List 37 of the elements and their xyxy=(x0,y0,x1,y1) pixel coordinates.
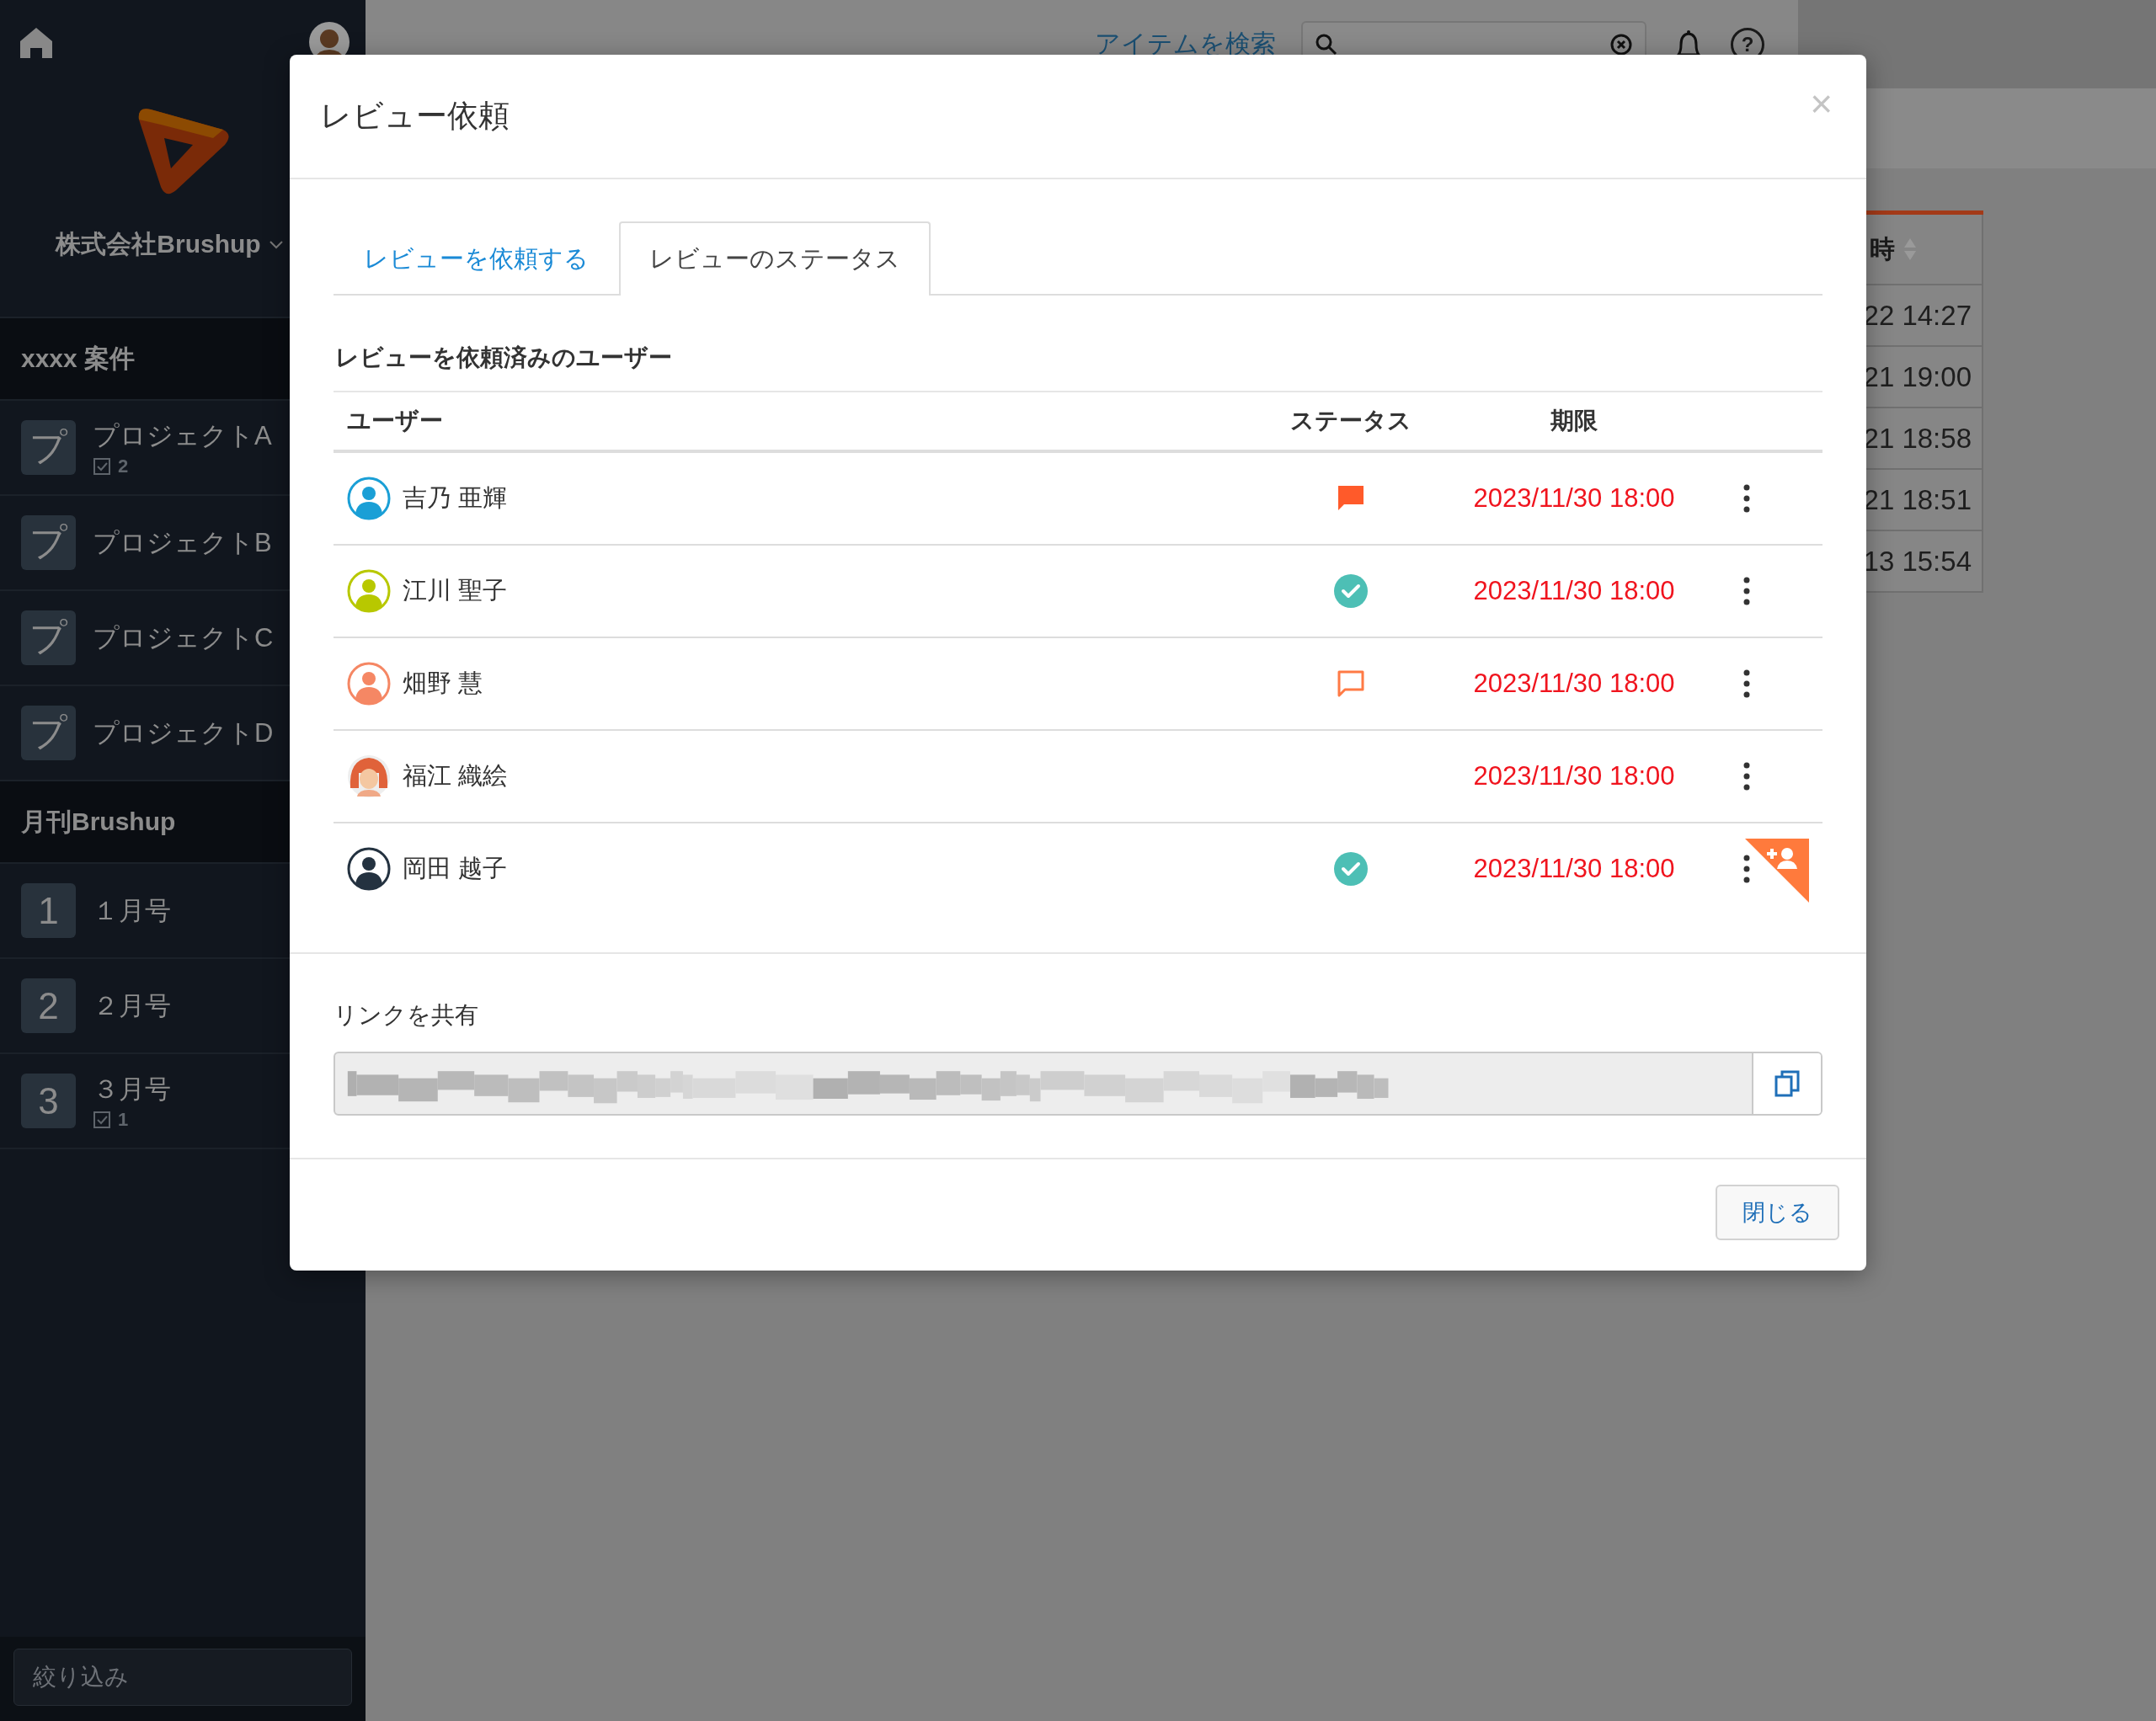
close-button[interactable]: 閉じる xyxy=(1716,1185,1839,1240)
column-header: ユーザー xyxy=(346,407,444,435)
sidebar-item[interactable]: プロジェクトB xyxy=(93,525,272,561)
deadline: 2023/11/30 18:00 xyxy=(1472,854,1676,884)
project-tile[interactable]: プ xyxy=(21,420,76,475)
project-tile[interactable]: 1 xyxy=(21,883,76,938)
user-name: 福江 織絵 xyxy=(403,761,508,791)
column-header: ステータス xyxy=(1289,407,1412,435)
deadline: 2023/11/30 18:00 xyxy=(1472,669,1676,699)
project-tile[interactable]: プ xyxy=(21,515,76,570)
column-header: 期限 xyxy=(1550,407,1598,435)
sidebar-item[interactable]: ３月号 xyxy=(93,1071,171,1107)
company-name[interactable]: 株式会社Brushup xyxy=(56,227,261,262)
project-tile[interactable]: プ xyxy=(21,610,76,665)
tab[interactable]: レビューのステータス xyxy=(619,221,931,296)
share-link-label: リンクを共有 xyxy=(334,1001,479,1030)
filter-field[interactable]: 絞り込み xyxy=(13,1649,352,1706)
user-name: 江川 聖子 xyxy=(403,576,508,605)
project-tile[interactable]: 2 xyxy=(21,978,76,1033)
user-name: 岡田 越子 xyxy=(403,854,508,883)
task-count: 2 xyxy=(118,455,129,477)
deadline: 2023/11/30 18:00 xyxy=(1472,761,1676,791)
sidebar-item[interactable]: ２月号 xyxy=(93,988,171,1024)
tab[interactable]: レビューを依頼する xyxy=(334,221,619,296)
table-header[interactable]: 時 xyxy=(1870,232,1895,267)
sidebar-item[interactable]: プロジェクトC xyxy=(93,620,274,656)
sidebar-item[interactable]: プロジェクトA xyxy=(93,418,272,454)
deadline: 2023/11/30 18:00 xyxy=(1472,576,1676,606)
project-tile[interactable]: プ xyxy=(21,706,76,760)
sidebar-item[interactable]: １月号 xyxy=(93,892,171,929)
user-name: 畑野 慧 xyxy=(403,669,483,698)
dialog-title: レビュー依頼 xyxy=(320,98,510,135)
task-count: 1 xyxy=(118,1108,129,1131)
deadline: 2023/11/30 18:00 xyxy=(1472,483,1676,514)
sidebar-item[interactable]: プロジェクトD xyxy=(93,715,274,751)
user-name: 吉乃 亜輝 xyxy=(403,483,508,513)
project-tile[interactable]: 3 xyxy=(21,1074,76,1128)
